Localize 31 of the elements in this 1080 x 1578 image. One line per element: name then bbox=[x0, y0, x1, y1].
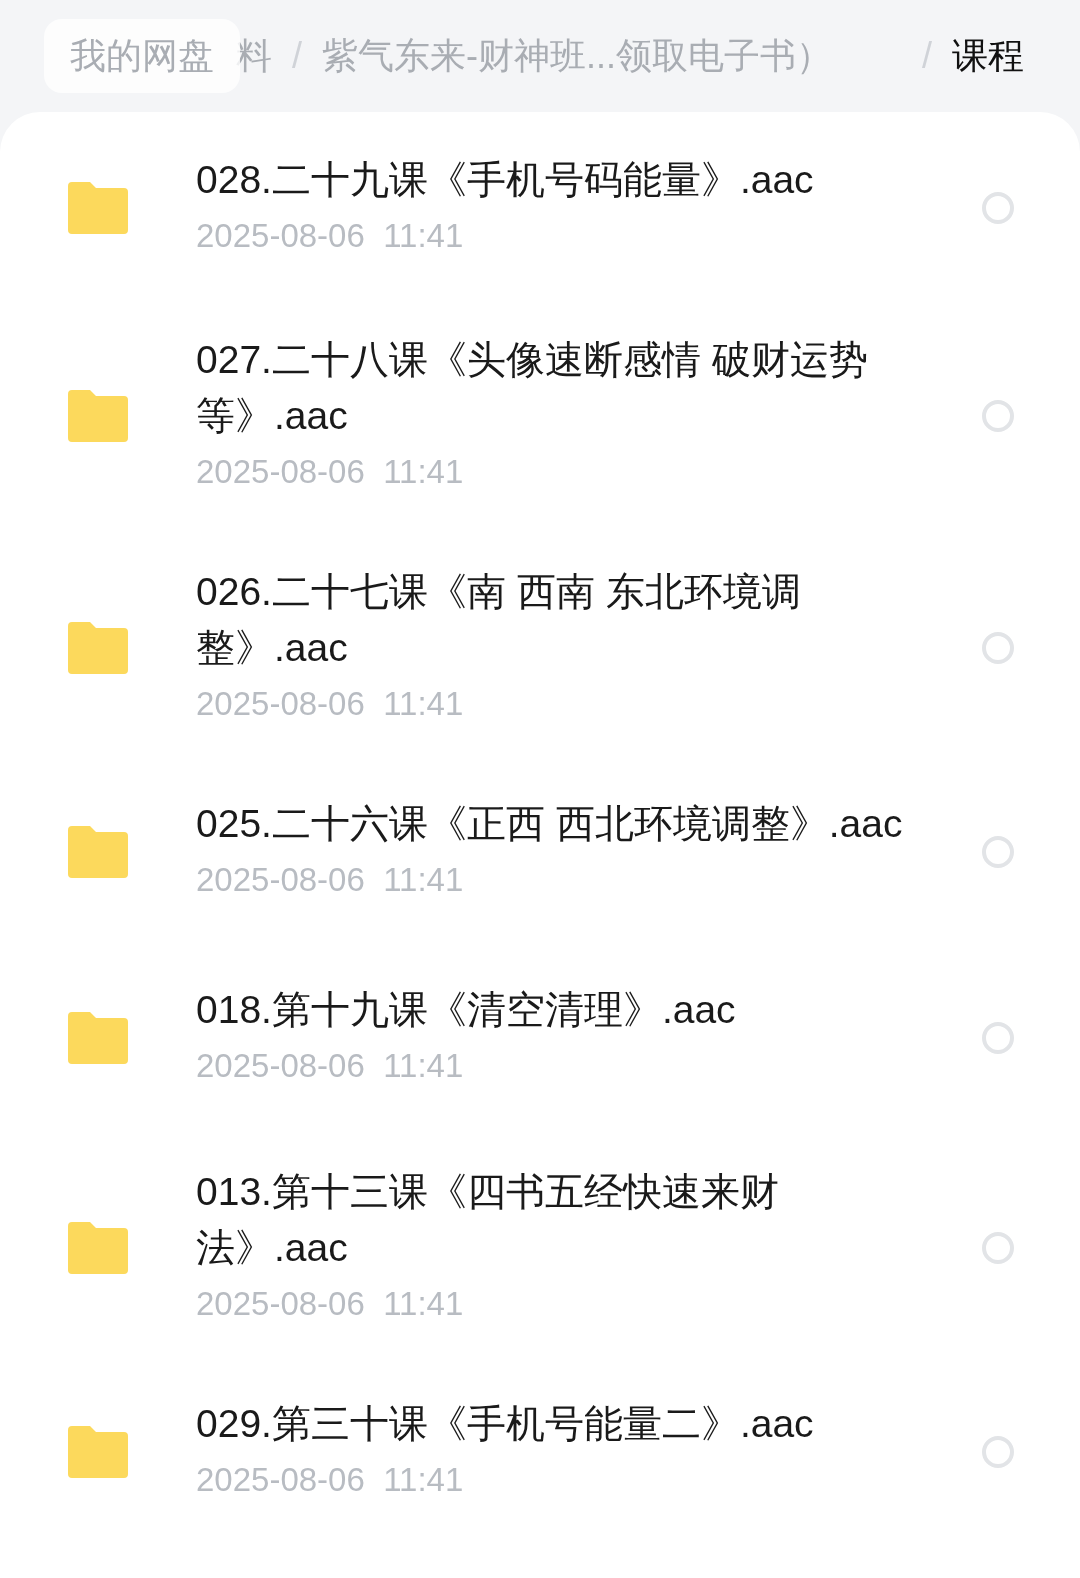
select-radio[interactable] bbox=[982, 836, 1014, 868]
folder-icon bbox=[68, 182, 128, 234]
file-date: 2025-08-06 11:41 bbox=[196, 1284, 465, 1324]
separator-slash: / bbox=[922, 34, 932, 78]
file-name[interactable]: 013.第十三课《四书五经快速来财法》.aac bbox=[196, 1164, 916, 1276]
breadcrumb-item[interactable]: 课程 bbox=[952, 29, 1024, 83]
folder-icon bbox=[68, 826, 128, 878]
file-name[interactable]: 026.二十七课《南 西南 东北环境调整》.aac bbox=[196, 564, 916, 676]
file-date: 2025-08-06 11:41 bbox=[196, 452, 465, 492]
folder-icon bbox=[68, 390, 128, 442]
select-radio[interactable] bbox=[982, 1232, 1014, 1264]
select-radio[interactable] bbox=[982, 632, 1014, 664]
folder-icon bbox=[68, 1222, 128, 1274]
select-radio[interactable] bbox=[982, 1436, 1014, 1468]
file-name[interactable]: 025.二十六课《正西 西北环境调整》.aac bbox=[196, 796, 916, 852]
folder-icon bbox=[68, 622, 128, 674]
file-name[interactable]: 018.第十九课《清空清理》.aac bbox=[196, 982, 916, 1038]
separator-slash: / bbox=[292, 34, 302, 78]
file-date: 2025-08-06 11:41 bbox=[196, 216, 465, 256]
file-date: 2025-08-06 11:41 bbox=[196, 1460, 465, 1500]
file-name[interactable]: 027.二十八课《头像速断感情 破财运势等》.aac bbox=[196, 332, 916, 444]
folder-icon bbox=[68, 1426, 128, 1478]
select-radio[interactable] bbox=[982, 400, 1014, 432]
file-name[interactable]: 028.二十九课《手机号码能量》.aac bbox=[196, 152, 916, 208]
file-date: 2025-08-06 11:41 bbox=[196, 1046, 465, 1086]
file-date: 2025-08-06 11:41 bbox=[196, 860, 465, 900]
file-name[interactable]: 029.第三十课《手机号能量二》.aac bbox=[196, 1396, 916, 1452]
select-radio[interactable] bbox=[982, 1022, 1014, 1054]
folder-icon bbox=[68, 1012, 128, 1064]
select-radio[interactable] bbox=[982, 192, 1014, 224]
file-date: 2025-08-06 11:41 bbox=[196, 684, 465, 724]
